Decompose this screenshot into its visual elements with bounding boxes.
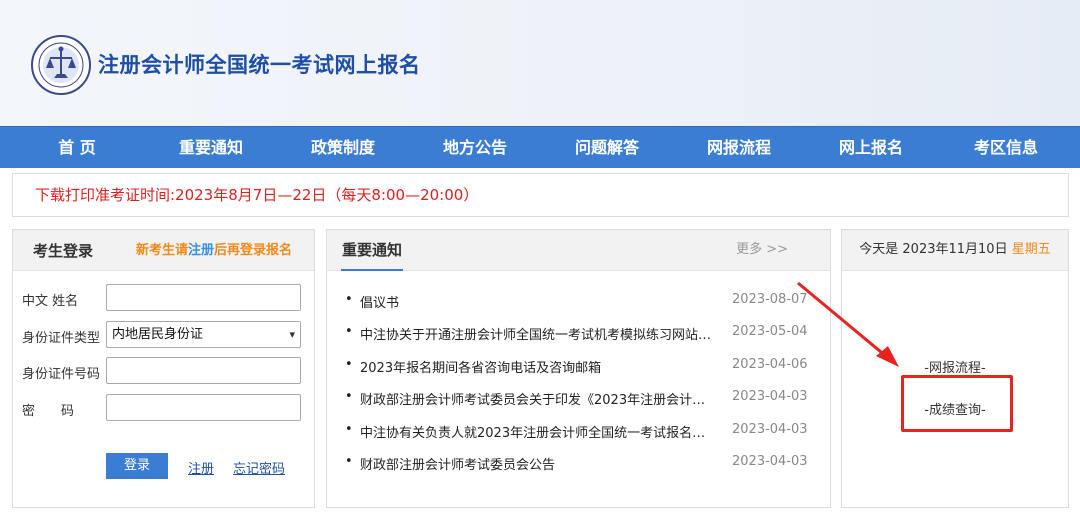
annotation-arrow-line [797, 281, 894, 364]
annotation-highlight-box [901, 375, 1013, 432]
annotation-overlay [797, 281, 899, 367]
